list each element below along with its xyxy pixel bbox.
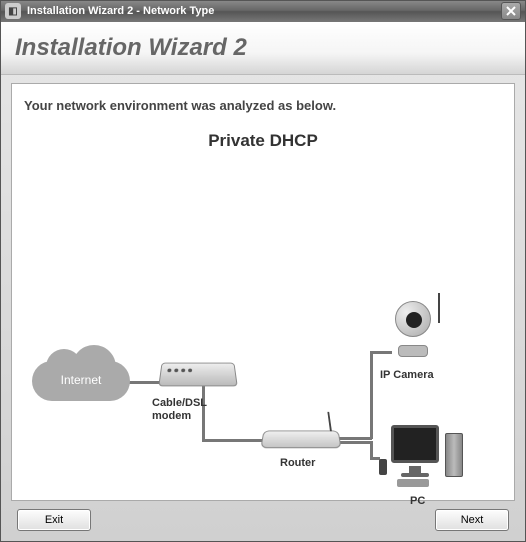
wire-camera-stub bbox=[370, 351, 392, 354]
router-icon bbox=[260, 431, 341, 449]
ip-camera-icon bbox=[390, 301, 436, 357]
header-band: Installation Wizard 2 bbox=[1, 22, 525, 75]
installer-window: ◧ Installation Wizard 2 - Network Type I… bbox=[0, 0, 526, 542]
pc-icon bbox=[377, 425, 467, 487]
close-icon bbox=[506, 6, 516, 16]
internet-label: Internet bbox=[32, 373, 130, 387]
page-title: Installation Wizard 2 bbox=[15, 34, 511, 62]
network-type-label: Private DHCP bbox=[24, 131, 502, 151]
content-area: Your network environment was analyzed as… bbox=[1, 75, 525, 507]
ip-camera-label: IP Camera bbox=[380, 369, 434, 381]
modem-icon bbox=[158, 363, 238, 387]
next-button[interactable]: Next bbox=[435, 509, 509, 531]
modem-label: Cable/DSL modem bbox=[152, 397, 207, 423]
titlebar[interactable]: ◧ Installation Wizard 2 - Network Type bbox=[1, 1, 525, 22]
pc-label: PC bbox=[410, 495, 425, 507]
internet-cloud-icon: Internet bbox=[32, 361, 130, 407]
window-title: Installation Wizard 2 - Network Type bbox=[27, 5, 501, 17]
close-button[interactable] bbox=[501, 2, 521, 20]
wire-router-camera-h bbox=[338, 437, 372, 440]
main-panel: Your network environment was analyzed as… bbox=[11, 83, 515, 501]
app-icon: ◧ bbox=[5, 3, 21, 19]
analysis-message: Your network environment was analyzed as… bbox=[24, 98, 502, 113]
wire-router-camera-v bbox=[370, 351, 373, 439]
network-diagram: Internet Cable/DSL modem Router bbox=[32, 249, 452, 479]
wire-modem-router-h bbox=[202, 439, 264, 442]
wire-router-pc-h bbox=[338, 441, 372, 444]
router-label: Router bbox=[280, 457, 315, 469]
exit-button[interactable]: Exit bbox=[17, 509, 91, 531]
button-bar: Exit Next bbox=[1, 507, 525, 541]
